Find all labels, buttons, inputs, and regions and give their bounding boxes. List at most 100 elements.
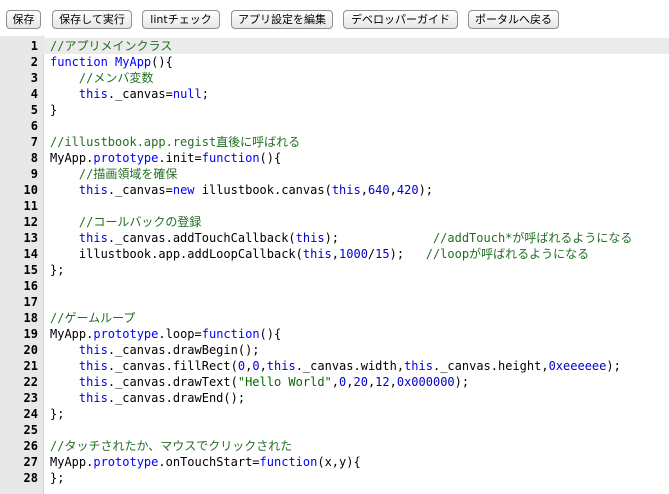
code-line[interactable]: function MyApp(){ bbox=[50, 54, 669, 70]
line-number: 7 bbox=[30, 135, 38, 149]
code-line[interactable]: //コールバックの登録 bbox=[50, 214, 669, 230]
line-number: 24 bbox=[23, 407, 38, 421]
code-line[interactable]: //タッチされたか、マウスでクリックされた bbox=[50, 438, 669, 454]
code-token-this: this bbox=[78, 343, 108, 357]
code-token-plain: ._canvas.fillRect( bbox=[107, 359, 238, 373]
line-number: 28 bbox=[23, 471, 38, 485]
code-token-plain: ._canvas.height, bbox=[432, 359, 549, 373]
code-token-plain: ; bbox=[201, 87, 209, 101]
code-token-number: 12 bbox=[375, 375, 390, 389]
developer-guide-button[interactable]: デベロッパーガイド bbox=[343, 10, 458, 29]
line-number: 25 bbox=[23, 423, 38, 437]
code-token-keyword: function bbox=[201, 151, 260, 165]
code-line[interactable]: //アプリメインクラス bbox=[50, 38, 669, 54]
code-line[interactable]: this._canvas.drawEnd(); bbox=[50, 390, 669, 406]
code-token-this: this bbox=[78, 183, 108, 197]
line-number: 20 bbox=[23, 343, 38, 357]
line-number: 13 bbox=[23, 231, 38, 245]
code-line[interactable]: this._canvas=new illustbook.canvas(this,… bbox=[50, 182, 669, 198]
code-token-number: 15 bbox=[375, 247, 390, 261]
line-number: 19 bbox=[23, 327, 38, 341]
code-token-number: 1000 bbox=[339, 247, 368, 261]
code-token-this: this bbox=[78, 87, 108, 101]
code-token-comment: //コールバックの登録 bbox=[78, 215, 202, 229]
code-line[interactable]: //メンバ変数 bbox=[50, 70, 669, 86]
code-token-number: 0 bbox=[252, 359, 260, 373]
code-token-plain: }; bbox=[50, 263, 65, 277]
code-line[interactable]: this._canvas.drawText("Hello World",0,20… bbox=[50, 374, 669, 390]
line-number: 8 bbox=[30, 151, 38, 165]
code-line[interactable]: //ゲームループ bbox=[50, 310, 669, 326]
code-token-plain: .init= bbox=[158, 151, 202, 165]
line-number: 15 bbox=[23, 263, 38, 277]
line-number: 14 bbox=[23, 247, 38, 261]
code-token-plain: , bbox=[259, 359, 267, 373]
code-token-plain: , bbox=[331, 375, 340, 389]
code-line[interactable] bbox=[50, 278, 669, 294]
code-token-plain: illustbook.app.addLoopCallback( bbox=[50, 247, 303, 261]
code-token-this: this bbox=[78, 391, 108, 405]
code-token-keyword: prototype bbox=[93, 455, 159, 469]
code-token-number: 640 bbox=[367, 183, 390, 197]
edit-app-settings-button[interactable]: アプリ設定を編集 bbox=[231, 10, 333, 29]
code-line[interactable]: this._canvas.addTouchCallback(this); //a… bbox=[50, 230, 669, 246]
code-token-plain: .loop= bbox=[158, 327, 202, 341]
code-editor[interactable]: 1//アプリメインクラス 2 function MyApp(){3 //メンバ変数 4… bbox=[0, 36, 669, 494]
lint-check-button[interactable]: lintチェック bbox=[142, 10, 220, 29]
code-line[interactable] bbox=[50, 198, 669, 214]
code-token-plain: (){ bbox=[151, 55, 173, 69]
code-line[interactable]: this._canvas=null; bbox=[50, 86, 669, 102]
code-line[interactable]: MyApp.prototype.loop=function(){ bbox=[50, 326, 669, 342]
code-line[interactable] bbox=[50, 422, 669, 438]
code-token-comment: //タッチされたか、マウスでクリックされた bbox=[50, 439, 293, 453]
code-token-keyword: prototype bbox=[93, 151, 159, 165]
code-token-plain: , bbox=[389, 375, 397, 389]
code-line[interactable]: this._canvas.drawBegin(); bbox=[50, 342, 669, 358]
code-line[interactable]: MyApp.prototype.init=function(){ bbox=[50, 150, 669, 166]
code-line[interactable]: this._canvas.fillRect(0,0,this._canvas.w… bbox=[50, 358, 669, 374]
code-token-keyword: function bbox=[201, 327, 260, 341]
back-to-portal-button[interactable]: ポータルへ戻る bbox=[468, 10, 559, 29]
code-line[interactable] bbox=[50, 118, 669, 134]
code-token-keyword: MyApp bbox=[115, 55, 152, 69]
save-and-run-button[interactable]: 保存して実行 bbox=[52, 10, 132, 29]
code-token-plain: ._canvas.addTouchCallback( bbox=[107, 231, 296, 245]
code-token-plain: (){ bbox=[259, 151, 282, 165]
save-button[interactable]: 保存 bbox=[6, 10, 41, 29]
code-line[interactable]: //描画領域を確保 bbox=[50, 166, 669, 182]
code-line[interactable]: } bbox=[50, 102, 669, 118]
code-token-comment: //描画領域を確保 bbox=[78, 167, 178, 181]
code-token-plain: , bbox=[389, 183, 397, 197]
code-line[interactable]: }; bbox=[50, 406, 669, 422]
code-token-comment: //loopが呼ばれるようになる bbox=[425, 247, 590, 261]
code-line[interactable]: MyApp.prototype.onTouchStart=function(x,… bbox=[50, 454, 669, 470]
code-token-keyword: function bbox=[259, 455, 318, 469]
code-token-plain: ); bbox=[389, 247, 426, 261]
code-token-number: 20 bbox=[353, 375, 368, 389]
line-number: 11 bbox=[23, 199, 38, 213]
line-number: 17 bbox=[23, 295, 38, 309]
code-token-comment: //illustbook.app.regist直後に呼ばれる bbox=[50, 135, 301, 149]
code-token-keyword: prototype bbox=[93, 327, 159, 341]
line-number: 9 bbox=[30, 167, 38, 181]
code-token-comment: //addTouch*が呼ばれるようになる bbox=[432, 231, 633, 245]
code-line[interactable]: //illustbook.app.regist直後に呼ばれる bbox=[50, 134, 669, 150]
code-token-plain: ._canvas.drawBegin(); bbox=[107, 343, 260, 357]
code-token-plain: ._canvas= bbox=[107, 87, 173, 101]
code-line[interactable]: }; bbox=[50, 262, 669, 278]
code-line[interactable] bbox=[50, 294, 669, 310]
code-token-this: this bbox=[266, 359, 296, 373]
line-number: 16 bbox=[23, 279, 38, 293]
code-line[interactable]: illustbook.app.addLoopCallback(this,1000… bbox=[50, 246, 669, 262]
code-line[interactable]: }; bbox=[50, 470, 669, 486]
code-token-plain: ._canvas= bbox=[107, 183, 173, 197]
line-number: 4 bbox=[30, 87, 38, 101]
code-token-plain: (x,y){ bbox=[317, 455, 361, 469]
